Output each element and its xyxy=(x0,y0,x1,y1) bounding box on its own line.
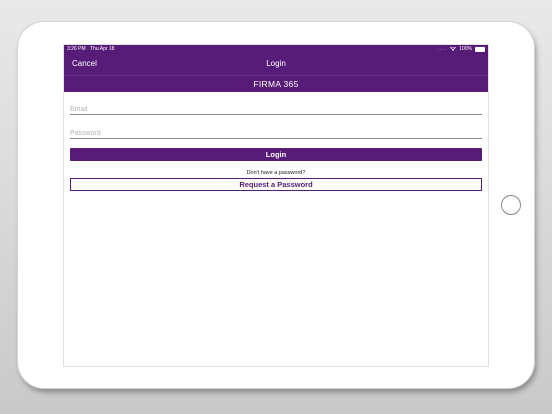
status-indicators: .... 100% xyxy=(438,45,485,54)
status-date: Thu Apr 18 xyxy=(90,46,115,52)
login-button[interactable]: Login xyxy=(70,148,482,161)
brand-title: FIRMA 365 xyxy=(253,79,299,89)
status-time: 3:26 PM xyxy=(67,46,86,52)
navigation-bar: Cancel Login xyxy=(64,56,488,73)
home-button[interactable] xyxy=(501,195,521,215)
battery-percent: 100% xyxy=(459,46,472,52)
app-screen: 3:26 PM Thu Apr 18 .... 100% Cancel Logi… xyxy=(63,44,489,367)
wifi-icon xyxy=(450,46,457,51)
email-field-container xyxy=(70,92,482,115)
nav-divider xyxy=(64,75,488,76)
password-field[interactable] xyxy=(70,130,482,137)
nav-title: Login xyxy=(266,59,286,68)
status-bar: 3:26 PM Thu Apr 18 .... 100% xyxy=(64,45,488,54)
signal-indicator: .... xyxy=(437,46,448,52)
battery-fill xyxy=(476,48,484,51)
battery-icon xyxy=(475,47,485,52)
login-form: Login Don't have a password? Request a P… xyxy=(70,92,482,191)
email-field[interactable] xyxy=(70,106,482,113)
password-field-container xyxy=(70,116,482,139)
no-password-hint: Don't have a password? xyxy=(246,170,306,176)
app-header: 3:26 PM Thu Apr 18 .... 100% Cancel Logi… xyxy=(64,45,488,92)
request-password-button[interactable]: Request a Password xyxy=(70,178,482,191)
